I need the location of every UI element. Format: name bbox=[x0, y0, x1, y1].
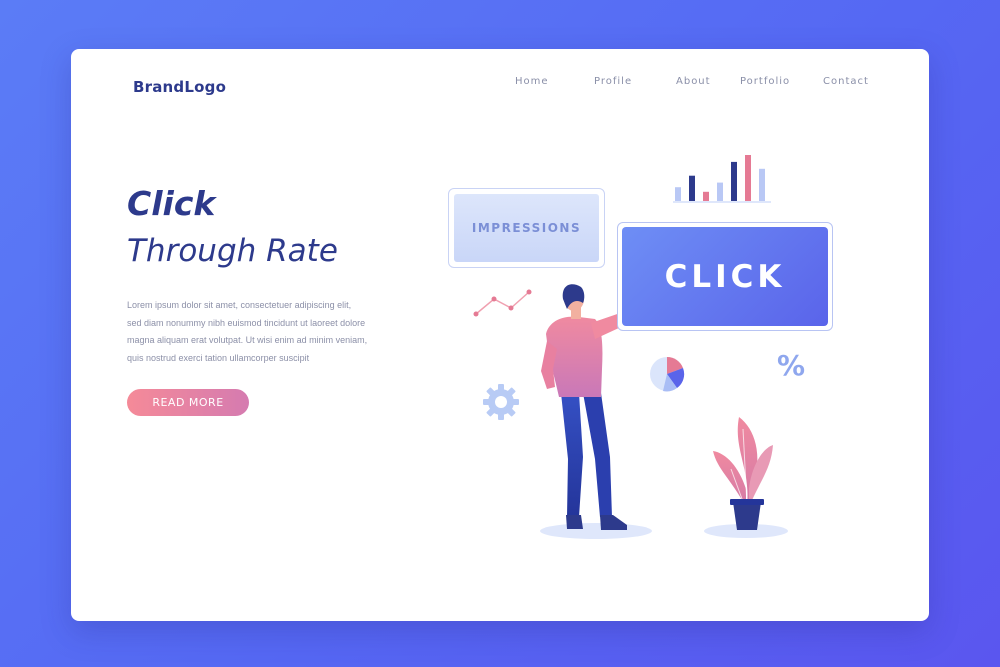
gear-icon bbox=[483, 384, 519, 420]
bar-icon-bar bbox=[759, 168, 765, 201]
potted-plant bbox=[713, 417, 773, 530]
bar-icon-bar bbox=[689, 175, 695, 201]
click-panel: CLICK bbox=[617, 222, 833, 331]
floor-shadow bbox=[540, 523, 652, 539]
impressions-label: IMPRESSIONS bbox=[454, 194, 599, 262]
pie-chart-icon bbox=[650, 356, 685, 392]
bar-icon-bar bbox=[703, 191, 709, 201]
bar-chart-icon bbox=[673, 155, 771, 203]
percent-icon: % bbox=[777, 349, 806, 382]
bar-icon-bar bbox=[675, 187, 681, 201]
bar-icon-bar bbox=[745, 155, 751, 201]
bar-icon-bar bbox=[731, 161, 737, 201]
bar-icon-baseline bbox=[673, 201, 771, 203]
click-button[interactable]: CLICK bbox=[622, 227, 828, 326]
line-chart-icon bbox=[473, 289, 532, 317]
landing-card: BrandLogo Home Profile About Portfolio C… bbox=[71, 49, 929, 621]
hero-illustration bbox=[473, 155, 788, 539]
bar-icon-bar bbox=[717, 182, 723, 201]
impressions-panel: IMPRESSIONS bbox=[448, 188, 605, 268]
